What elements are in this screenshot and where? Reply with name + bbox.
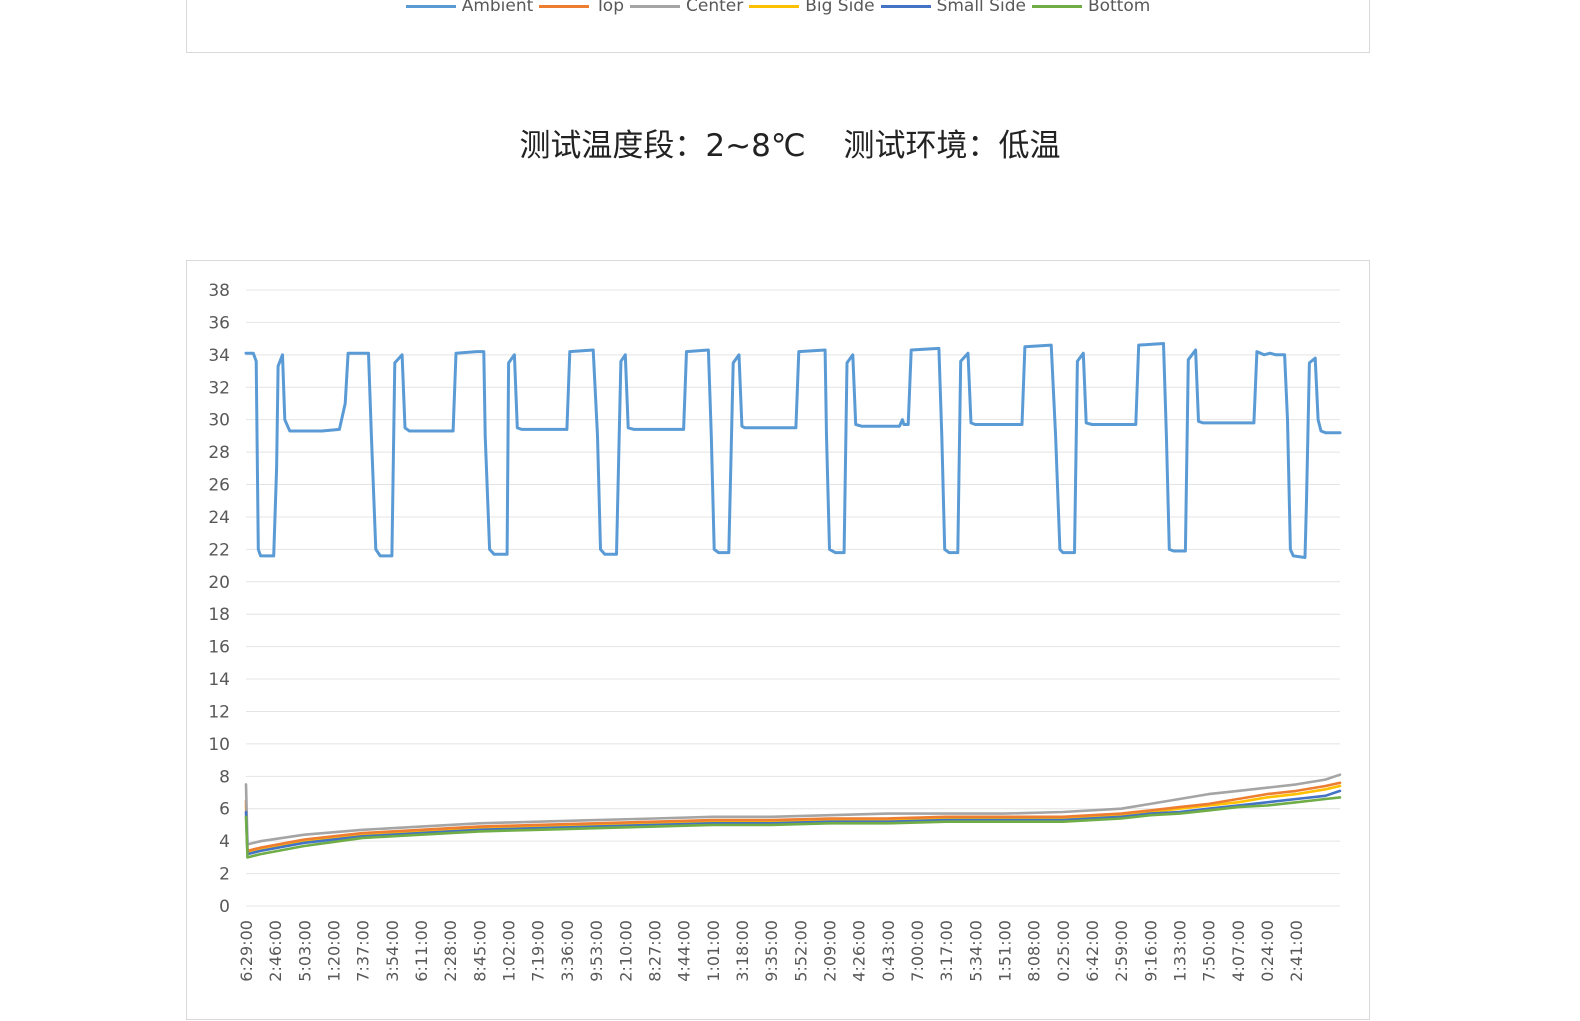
- legend-swatch: [405, 4, 456, 8]
- legend-swatch: [880, 4, 931, 8]
- x-tick-label: 4:07:00: [1229, 920, 1248, 982]
- x-tick-label: 7:50:00: [1200, 920, 1219, 982]
- y-tick-label: 6: [219, 800, 230, 820]
- x-tick-label: 3:18:00: [733, 920, 752, 982]
- x-tick-label: 1:51:00: [996, 920, 1015, 982]
- x-tick-label: 5:03:00: [295, 920, 314, 982]
- chart-legend: Ambient Top Center Big Side Small Side Bottom: [187, 0, 1369, 16]
- legend-item: Center: [629, 0, 744, 16]
- y-tick-label: 2: [219, 865, 230, 885]
- x-tick-label: 2:28:00: [441, 920, 460, 982]
- y-tick-label: 30: [208, 411, 230, 431]
- x-tick-label: 2:41:00: [1287, 920, 1306, 982]
- x-tick-label: 5:52:00: [791, 920, 810, 982]
- test-env-label: 测试环境：低温: [843, 128, 1061, 164]
- x-tick-label: 8:45:00: [470, 920, 489, 982]
- y-tick-label: 24: [208, 508, 230, 528]
- x-tick-label: 7:37:00: [354, 920, 373, 982]
- x-tick-label: 0:43:00: [879, 920, 898, 982]
- legend-item: Bottom: [1031, 0, 1151, 16]
- x-tick-label: 7:00:00: [908, 920, 927, 982]
- legend-swatch: [539, 4, 590, 8]
- y-tick-label: 4: [219, 832, 230, 852]
- series-line-ambient: [244, 342, 1342, 559]
- y-tick-label: 8: [219, 767, 230, 787]
- legend-label: Ambient: [461, 0, 534, 16]
- x-tick-label: 6:11:00: [412, 920, 431, 982]
- legend-label: Big Side: [805, 0, 875, 16]
- y-tick-label: 18: [208, 605, 230, 625]
- y-tick-label: 22: [208, 540, 230, 560]
- x-tick-label: 3:54:00: [383, 920, 402, 982]
- x-tick-label: 1:01:00: [704, 920, 723, 982]
- legend-label: Center: [685, 0, 744, 16]
- x-tick-label: 8:27:00: [645, 920, 664, 982]
- y-tick-label: 26: [208, 476, 230, 496]
- section-heading: 测试温度段：2~8℃ 测试环境：低温: [0, 120, 1580, 165]
- y-tick-label: 14: [208, 670, 230, 690]
- x-tick-label: 3:17:00: [937, 920, 956, 982]
- legend-item: Small Side: [880, 0, 1026, 16]
- x-tick-label: 1:33:00: [1171, 920, 1190, 982]
- legend-item: Top: [539, 0, 624, 16]
- x-tick-label: 1:20:00: [325, 920, 344, 982]
- x-tick-label: 0:24:00: [1258, 920, 1277, 982]
- y-tick-label: 16: [208, 638, 230, 658]
- y-tick-label: 32: [208, 378, 230, 398]
- x-tick-label: 2:46:00: [266, 920, 285, 982]
- y-tick-label: 0: [219, 897, 230, 917]
- top-chart-panel: Ambient Top Center Big Side Small Side Bottom: [186, 0, 1370, 53]
- test-range-label: 测试温度段：2~8℃: [519, 128, 806, 164]
- x-tick-label: 7:19:00: [529, 920, 548, 982]
- x-tick-label: 9:53:00: [587, 920, 606, 982]
- x-tick-label: 3:36:00: [558, 920, 577, 982]
- y-tick-label: 38: [208, 281, 230, 301]
- x-tick-label: 8:08:00: [1025, 920, 1044, 982]
- y-tick-label: 10: [208, 735, 230, 755]
- y-tick-label: 34: [208, 346, 230, 366]
- temperature-line-chart: 024681012141618202224262830323436386:29:…: [208, 281, 1342, 982]
- legend-label: Top: [595, 0, 624, 16]
- x-tick-label: 4:26:00: [850, 920, 869, 982]
- x-tick-label: 2:10:00: [616, 920, 635, 982]
- legend-label: Bottom: [1087, 0, 1151, 16]
- legend-item: Ambient: [405, 0, 534, 16]
- y-tick-label: 20: [208, 573, 230, 593]
- x-tick-label: 2:09:00: [820, 920, 839, 982]
- x-tick-label: 6:29:00: [237, 920, 256, 982]
- x-tick-label: 5:34:00: [966, 920, 985, 982]
- x-tick-label: 0:25:00: [1054, 920, 1073, 982]
- legend-swatch: [629, 4, 680, 8]
- x-tick-label: 9:35:00: [762, 920, 781, 982]
- legend-swatch: [749, 4, 800, 8]
- y-tick-label: 28: [208, 443, 230, 463]
- x-tick-label: 2:59:00: [1112, 920, 1131, 982]
- legend-swatch: [1031, 4, 1082, 8]
- y-tick-label: 36: [208, 313, 230, 333]
- legend-item: Big Side: [749, 0, 875, 16]
- temperature-chart-panel: 0 2 4 6 8 10 12 14 16 18 20 22 24 26 28 30 32 34 36 38 6:29:…: [186, 260, 1370, 1020]
- x-tick-label: 6:42:00: [1083, 920, 1102, 982]
- y-tick-label: 12: [208, 702, 230, 722]
- x-tick-label: 1:02:00: [500, 920, 519, 982]
- x-tick-label: 4:44:00: [675, 920, 694, 982]
- x-tick-label: 9:16:00: [1141, 920, 1160, 982]
- legend-label: Small Side: [936, 0, 1026, 16]
